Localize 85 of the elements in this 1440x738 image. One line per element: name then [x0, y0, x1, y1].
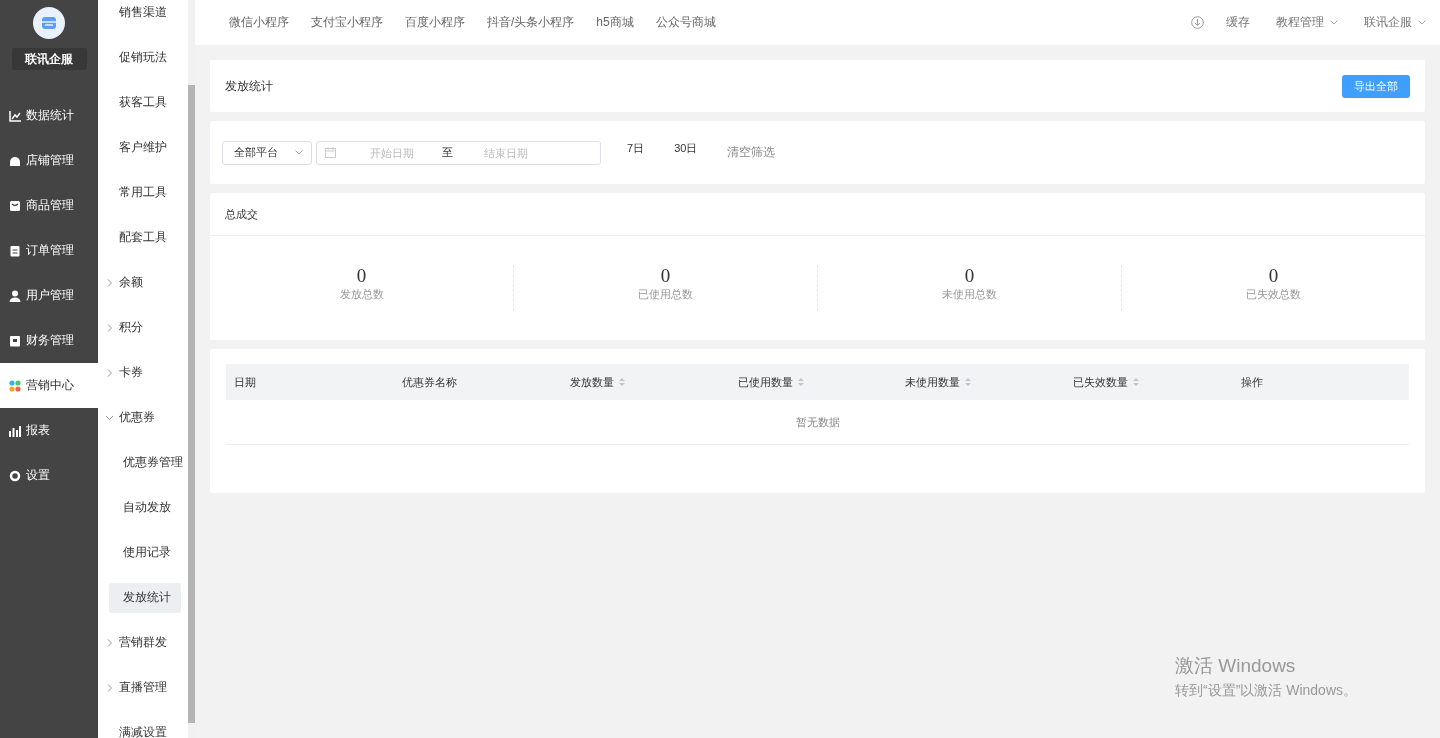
platform-tab[interactable]: 支付宝小程序 [311, 14, 383, 31]
column-header: 已失效数量 [1073, 374, 1129, 390]
start-date-input[interactable]: 开始日期 [342, 146, 442, 159]
stat-value: 0 [356, 265, 367, 287]
platform-tab[interactable]: 微信小程序 [229, 14, 289, 31]
activation-title: 激活 Windows [1175, 654, 1297, 678]
user-icon [9, 289, 21, 302]
brand-label: 联讯企服 [11, 48, 87, 70]
logo-icon [33, 7, 65, 39]
submenu-item[interactable]: 卡券 [98, 350, 188, 395]
stat-label: 发放总数 [339, 287, 384, 302]
submenu-item[interactable]: 积分 [98, 305, 188, 350]
chevron-right-icon [106, 367, 113, 378]
sort-icon[interactable] [965, 377, 972, 387]
sidebar-item[interactable]: 报表 [0, 408, 98, 453]
range-separator: 至 [442, 145, 454, 160]
empty-text: 暂无数据 [795, 414, 840, 430]
submenu-subitem[interactable]: 自动发放 [109, 492, 181, 523]
platform-select[interactable]: 全部平台 [222, 140, 312, 165]
chevron-right-icon [106, 682, 113, 693]
clipboard-icon [9, 244, 21, 257]
sidebar-item[interactable]: 用户管理 [0, 273, 98, 318]
chevron-right-icon [106, 322, 113, 333]
submenu-item[interactable]: 营销群发 [98, 620, 188, 665]
submenu-item[interactable]: 获客工具 [98, 80, 188, 125]
stat-label: 已失效总数 [1246, 287, 1301, 302]
sidebar-item[interactable]: 数据统计 [0, 93, 98, 138]
stat-value: 0 [1268, 265, 1279, 287]
activation-text: 转到“设置”以激活 Windows。 [1175, 682, 1357, 700]
caret-icon [1330, 20, 1338, 25]
page-title: 发放统计 [225, 77, 273, 95]
submenu-item[interactable]: 促销玩法 [98, 35, 188, 80]
stat-label: 未使用总数 [942, 287, 997, 302]
sidebar-item[interactable]: 设置 [0, 453, 98, 498]
platform-tab[interactable]: 公众号商城 [655, 14, 716, 31]
dropdown-menu[interactable]: 联讯企服 [1364, 14, 1426, 31]
download-icon[interactable] [1191, 16, 1204, 29]
caret-icon [295, 150, 303, 155]
submenu-item[interactable]: 直播管理 [98, 665, 188, 710]
sort-icon[interactable] [618, 377, 625, 387]
date-range-field[interactable]: 开始日期 至 结束日期 [316, 140, 601, 165]
submenu-item[interactable]: 余额 [98, 260, 188, 305]
end-date-input[interactable]: 结束日期 [456, 146, 556, 159]
dropdown-menu[interactable]: 教程管理 [1276, 14, 1338, 31]
sort-icon[interactable] [1133, 377, 1140, 387]
submenu-item[interactable]: 配套工具 [98, 215, 188, 260]
submenu-item[interactable]: 销售渠道 [98, 0, 188, 35]
section-title: 总成交 [210, 193, 1425, 236]
bars-icon [9, 424, 21, 437]
chart-icon [9, 109, 21, 122]
platform-tab[interactable]: 抖音/头条小程序 [487, 14, 575, 31]
sort-icon[interactable] [797, 377, 804, 387]
column-header: 优惠券名称 [401, 374, 457, 390]
sidebar-item[interactable]: 商品管理 [0, 183, 98, 228]
sidebar-item[interactable]: 店铺管理 [0, 138, 98, 183]
sidebar-item[interactable]: 营销中心 [0, 363, 98, 408]
quick-range-link[interactable]: 30日 [674, 141, 698, 156]
column-header: 操作 [1241, 374, 1264, 390]
stat-value: 0 [660, 265, 671, 287]
submenu-subitem[interactable]: 发放统计 [109, 582, 181, 613]
calendar-icon [325, 147, 336, 158]
submenu-subitem[interactable]: 优惠券管理 [109, 447, 181, 478]
chevron-right-icon [106, 637, 113, 648]
stat-label: 已使用总数 [638, 287, 693, 302]
settings-icon [9, 469, 21, 482]
scrollbar-thumb[interactable] [188, 85, 195, 723]
stat-value: 0 [964, 265, 975, 287]
submenu-subitem[interactable]: 使用记录 [109, 537, 181, 568]
submenu-item[interactable]: 满减设置 [98, 710, 188, 738]
caret-icon [1418, 20, 1426, 25]
chevron-right-icon [106, 277, 113, 288]
platform-tab[interactable]: h5商城 [596, 14, 634, 31]
clear-filter-link[interactable]: 清空筛选 [727, 144, 776, 161]
column-header: 未使用数量 [905, 374, 961, 390]
sidebar-item[interactable]: 财务管理 [0, 318, 98, 363]
sidebar-item[interactable]: 订单管理 [0, 228, 98, 273]
quick-range-link[interactable]: 7日 [627, 141, 645, 156]
submenu-item[interactable]: 优惠券 [98, 395, 188, 440]
cache-link[interactable]: 缓存 [1226, 14, 1250, 31]
column-header: 已使用数量 [737, 374, 793, 390]
submenu-item[interactable]: 常用工具 [98, 170, 188, 215]
submenu-item[interactable]: 客户维护 [98, 125, 188, 170]
column-header: 发放数量 [569, 374, 614, 390]
column-header: 日期 [234, 374, 256, 390]
platform-tab[interactable]: 百度小程序 [405, 14, 465, 31]
